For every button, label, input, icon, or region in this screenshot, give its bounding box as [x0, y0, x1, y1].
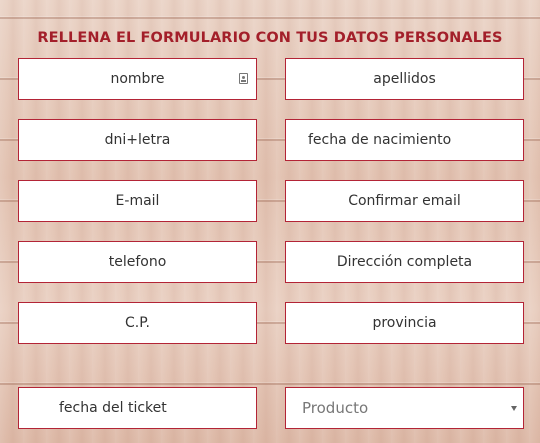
telefono-field[interactable]: telefono: [18, 241, 257, 283]
contact-card-icon: [239, 73, 248, 84]
apellidos-placeholder: apellidos: [373, 71, 436, 87]
apellidos-field[interactable]: apellidos: [285, 58, 524, 100]
provincia-placeholder: provincia: [372, 315, 437, 331]
direccion-field[interactable]: Dirección completa: [285, 241, 524, 283]
cp-placeholder: C.P.: [125, 315, 150, 331]
email-field[interactable]: E-mail: [18, 180, 257, 222]
dni-placeholder: dni+letra: [104, 132, 171, 148]
direccion-placeholder: Dirección completa: [336, 254, 473, 270]
form-title: RELLENA EL FORMULARIO CON TUS DATOS PERS…: [37, 30, 503, 46]
fecha-nacimiento-field[interactable]: fecha de nacimiento: [285, 119, 524, 161]
producto-select[interactable]: Producto: [285, 387, 524, 429]
fecha-nacimiento-placeholder: fecha de nacimiento: [308, 132, 452, 148]
telefono-placeholder: telefono: [108, 254, 167, 270]
dni-field[interactable]: dni+letra: [18, 119, 257, 161]
fecha-ticket-placeholder: fecha del ticket: [59, 400, 167, 416]
confirmar-email-field[interactable]: Confirmar email: [285, 180, 524, 222]
fecha-ticket-field[interactable]: fecha del ticket: [18, 387, 257, 429]
nombre-field[interactable]: nombre: [18, 58, 257, 100]
producto-selected-value: Producto: [302, 399, 369, 417]
nombre-placeholder: nombre: [110, 71, 165, 87]
chevron-down-icon: [511, 406, 517, 411]
provincia-field[interactable]: provincia: [285, 302, 524, 344]
email-placeholder: E-mail: [115, 193, 160, 209]
confirmar-email-placeholder: Confirmar email: [348, 193, 461, 209]
cp-field[interactable]: C.P.: [18, 302, 257, 344]
